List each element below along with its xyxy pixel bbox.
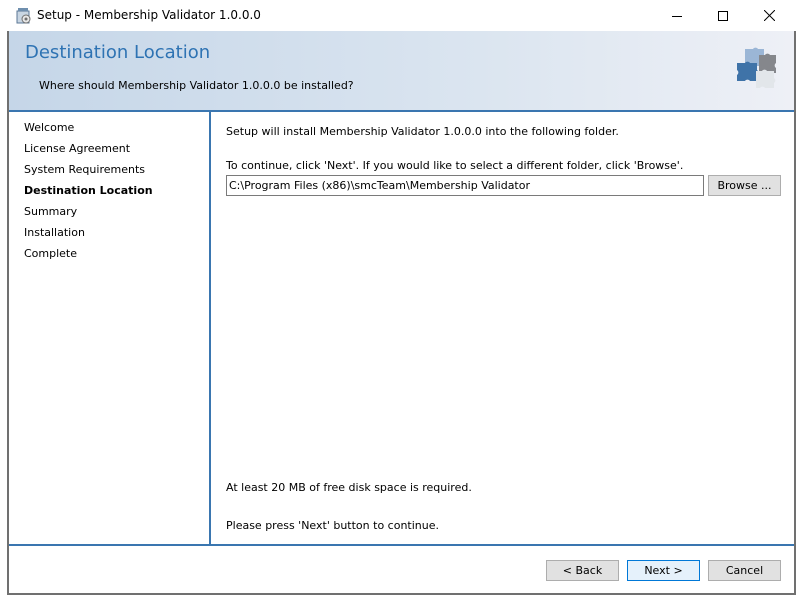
setup-app-icon: [15, 7, 33, 25]
maximize-icon: [718, 10, 728, 21]
wizard-header: Destination Location Where should Member…: [9, 31, 794, 112]
step-system-requirements: System Requirements: [24, 163, 145, 176]
continue-hint-text: Please press 'Next' button to continue.: [226, 519, 439, 532]
wizard-footer: < Back Next > Cancel: [9, 544, 794, 595]
step-complete: Complete: [24, 247, 78, 260]
step-welcome: Welcome: [24, 121, 75, 134]
next-button[interactable]: Next >: [627, 560, 700, 581]
wizard-content: Setup will install Membership Validator …: [211, 112, 794, 544]
step-installation: Installation: [24, 226, 85, 239]
step-license-agreement: License Agreement: [24, 142, 131, 155]
instruction-text: To continue, click 'Next'. If you would …: [226, 159, 684, 172]
step-summary: Summary: [24, 205, 78, 218]
page-subtitle: Where should Membership Validator 1.0.0.…: [39, 79, 354, 92]
disk-space-text: At least 20 MB of free disk space is req…: [226, 481, 472, 494]
browse-button[interactable]: Browse ...: [708, 175, 781, 196]
puzzle-pieces-icon: [731, 41, 781, 91]
page-title: Destination Location: [25, 42, 211, 63]
cancel-button[interactable]: Cancel: [708, 560, 781, 581]
setup-window: Setup - Membership Validator 1.0.0.0 Des…: [0, 0, 800, 601]
intro-text: Setup will install Membership Validator …: [226, 125, 619, 138]
title-bar: Setup - Membership Validator 1.0.0.0: [0, 0, 800, 31]
window-title: Setup - Membership Validator 1.0.0.0: [37, 8, 261, 22]
back-button[interactable]: < Back: [546, 560, 619, 581]
close-button[interactable]: [746, 0, 792, 31]
wizard-frame: Destination Location Where should Member…: [7, 31, 796, 595]
minimize-button[interactable]: [654, 0, 700, 31]
step-destination-location: Destination Location: [24, 184, 153, 197]
close-icon: [763, 10, 775, 21]
destination-path-input[interactable]: [226, 175, 704, 196]
minimize-icon: [672, 15, 682, 17]
maximize-button[interactable]: [700, 0, 746, 31]
wizard-steps-sidebar: Welcome License Agreement System Require…: [9, 112, 211, 544]
